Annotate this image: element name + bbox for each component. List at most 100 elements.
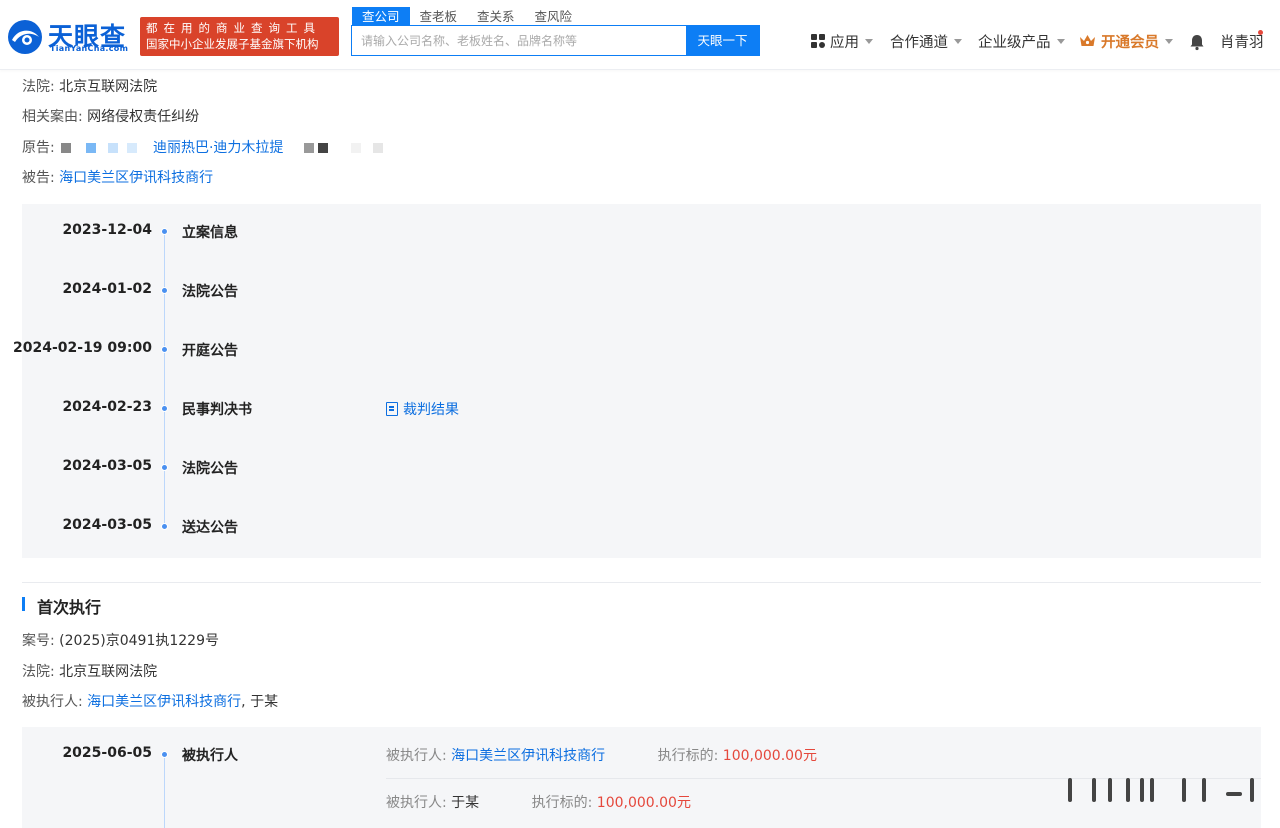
case-number-line: 案号: (2025)京0491执1229号 [22, 630, 219, 650]
redacted-block [303, 143, 314, 153]
logo-eye-icon [8, 20, 42, 54]
cause-value: 网络侵权责任纠纷 [87, 109, 200, 125]
execution-court-line: 法院: 北京互联网法院 [22, 661, 157, 681]
slogan-line-1: 都在用的商业查询工具 [146, 21, 321, 35]
timeline-axis [164, 230, 165, 526]
cause-label: 相关案由: [22, 109, 83, 125]
timeline-title[interactable]: 送达公告 [182, 517, 238, 537]
judgment-result-link[interactable]: 裁判结果 [386, 399, 459, 419]
tab-boss[interactable]: 查老板 [410, 7, 468, 26]
execution-detail-row: 被执行人: 海口美兰区伊讯科技商行 执行标的: 100,000.00元 [386, 745, 817, 765]
nav-apps-label: 应用 [830, 34, 859, 51]
defendant-line: 被告: 海口美兰区伊讯科技商行 [22, 167, 213, 187]
plaintiff-line: 原告: 迪丽热巴·迪力木拉提 [22, 137, 385, 157]
cause-line: 相关案由: 网络侵权责任纠纷 [22, 106, 199, 126]
nav-user[interactable]: 肖青羽 [1220, 30, 1264, 52]
tab-company[interactable]: 查公司 [352, 7, 410, 26]
tab-relation[interactable]: 查关系 [467, 7, 525, 26]
timeline-dot [161, 287, 168, 294]
chevron-down-icon [1165, 38, 1173, 44]
court-label: 法院: [22, 79, 55, 95]
timeline-title[interactable]: 法院公告 [182, 281, 238, 301]
defendant-link[interactable]: 海口美兰区伊讯科技商行 [59, 170, 213, 186]
executed-label: 被执行人: [386, 748, 447, 764]
nav-vip-label: 开通会员 [1101, 34, 1159, 51]
chevron-down-icon [954, 38, 962, 44]
case-number-value: (2025)京0491执1229号 [59, 633, 219, 649]
search-button[interactable]: 天眼一下 [686, 26, 759, 55]
document-icon [386, 402, 398, 416]
timeline-date: 2025-06-05 [62, 745, 152, 761]
slogan-line-2: 国家中小企业发展子基金旗下机构 [146, 37, 319, 51]
redacted-block [108, 143, 119, 153]
timeline-item: 2024-02-19 09:00 开庭公告 [13, 340, 1261, 360]
timeline-item: 2024-02-23 民事判决书 裁判结果 [22, 399, 1261, 419]
redacted-block [373, 143, 384, 153]
timeline-date: 2024-03-05 [62, 517, 152, 533]
nav-cooperation-label: 合作通道 [890, 34, 948, 51]
watermark [990, 772, 1260, 806]
execution-court-value: 北京互联网法院 [59, 664, 158, 680]
timeline-date: 2024-02-19 09:00 [13, 340, 152, 356]
bell-icon[interactable] [1188, 33, 1206, 51]
amount-label: 执行标的: [531, 795, 593, 811]
search-tabs: 查公司 查老板 查关系 查风险 [352, 7, 582, 26]
notification-dot [1258, 30, 1263, 35]
executed-label: 被执行人: [386, 795, 447, 811]
timeline-title[interactable]: 立案信息 [182, 222, 238, 242]
executed-company-link[interactable]: 海口美兰区伊讯科技商行 [87, 694, 241, 710]
timeline-date: 2023-12-04 [62, 222, 152, 238]
executed-person: 于某 [250, 694, 279, 710]
redacted-block [85, 143, 96, 153]
execution-court-label: 法院: [22, 664, 55, 680]
timeline-dot [161, 405, 168, 412]
case-number-label: 案号: [22, 633, 55, 649]
brand-pinyin: TianYanCha.com [50, 44, 129, 53]
section-divider [22, 582, 1261, 583]
plaintiff-link[interactable]: 迪丽热巴·迪力木拉提 [153, 140, 283, 156]
top-header: 天眼查 TianYanCha.com 都在用的商业查询工具 国家中小企业发展子基… [0, 0, 1280, 70]
timeline-dot [161, 346, 168, 353]
timeline-item: 2023-12-04 立案信息 [22, 222, 1261, 242]
timeline-item: 2024-03-05 法院公告 [22, 458, 1261, 478]
redacted-block [318, 143, 329, 153]
nav-enterprise[interactable]: 企业级产品 [978, 30, 1065, 52]
timeline-item: 2025-06-05 被执行人 被执行人: 海口美兰区伊讯科技商行 执行标的: … [22, 745, 1261, 765]
nav-cooperation[interactable]: 合作通道 [890, 30, 962, 52]
executed-separator: , [241, 694, 246, 710]
redacted-block [61, 143, 72, 153]
executed-party-label: 被执行人: [22, 694, 83, 710]
executed-company-link[interactable]: 海口美兰区伊讯科技商行 [451, 748, 605, 764]
amount-value: 100,000.00元 [596, 795, 691, 811]
timeline-title[interactable]: 民事判决书 [182, 399, 252, 419]
nav-enterprise-label: 企业级产品 [978, 34, 1051, 51]
search-box: 天眼一下 [351, 25, 760, 56]
timeline-dot [161, 751, 168, 758]
execution-section-title: 首次执行 [22, 594, 101, 617]
timeline-item: 2024-03-05 送达公告 [22, 517, 1261, 537]
timeline-date: 2024-02-23 [62, 399, 152, 415]
redacted-block [126, 143, 137, 153]
timeline-dot [161, 464, 168, 471]
timeline-date: 2024-03-05 [62, 458, 152, 474]
timeline-title[interactable]: 开庭公告 [182, 340, 238, 360]
chevron-down-icon [1056, 38, 1065, 44]
user-name: 肖青羽 [1220, 34, 1264, 51]
chevron-down-icon [865, 38, 873, 44]
nav-vip[interactable]: 开通会员 [1079, 30, 1173, 52]
timeline-dot [161, 228, 168, 235]
search-input[interactable] [352, 26, 686, 55]
slogan-banner: 都在用的商业查询工具 国家中小企业发展子基金旗下机构 [140, 17, 339, 56]
court-value: 北京互联网法院 [59, 79, 158, 95]
judgment-result-label: 裁判结果 [403, 402, 459, 418]
crown-icon [1080, 35, 1095, 46]
tianyancha-logo[interactable]: 天眼查 TianYanCha.com [6, 16, 136, 58]
defendant-label: 被告: [22, 170, 55, 186]
tab-risk[interactable]: 查风险 [525, 7, 583, 26]
timeline-title[interactable]: 法院公告 [182, 458, 238, 478]
timeline-title[interactable]: 被执行人 [182, 745, 238, 765]
executed-party-line: 被执行人: 海口美兰区伊讯科技商行, 于某 [22, 691, 278, 711]
nav-apps[interactable]: 应用 [811, 30, 873, 52]
amount-label: 执行标的: [657, 748, 719, 764]
court-line: 法院: 北京互联网法院 [22, 76, 157, 96]
